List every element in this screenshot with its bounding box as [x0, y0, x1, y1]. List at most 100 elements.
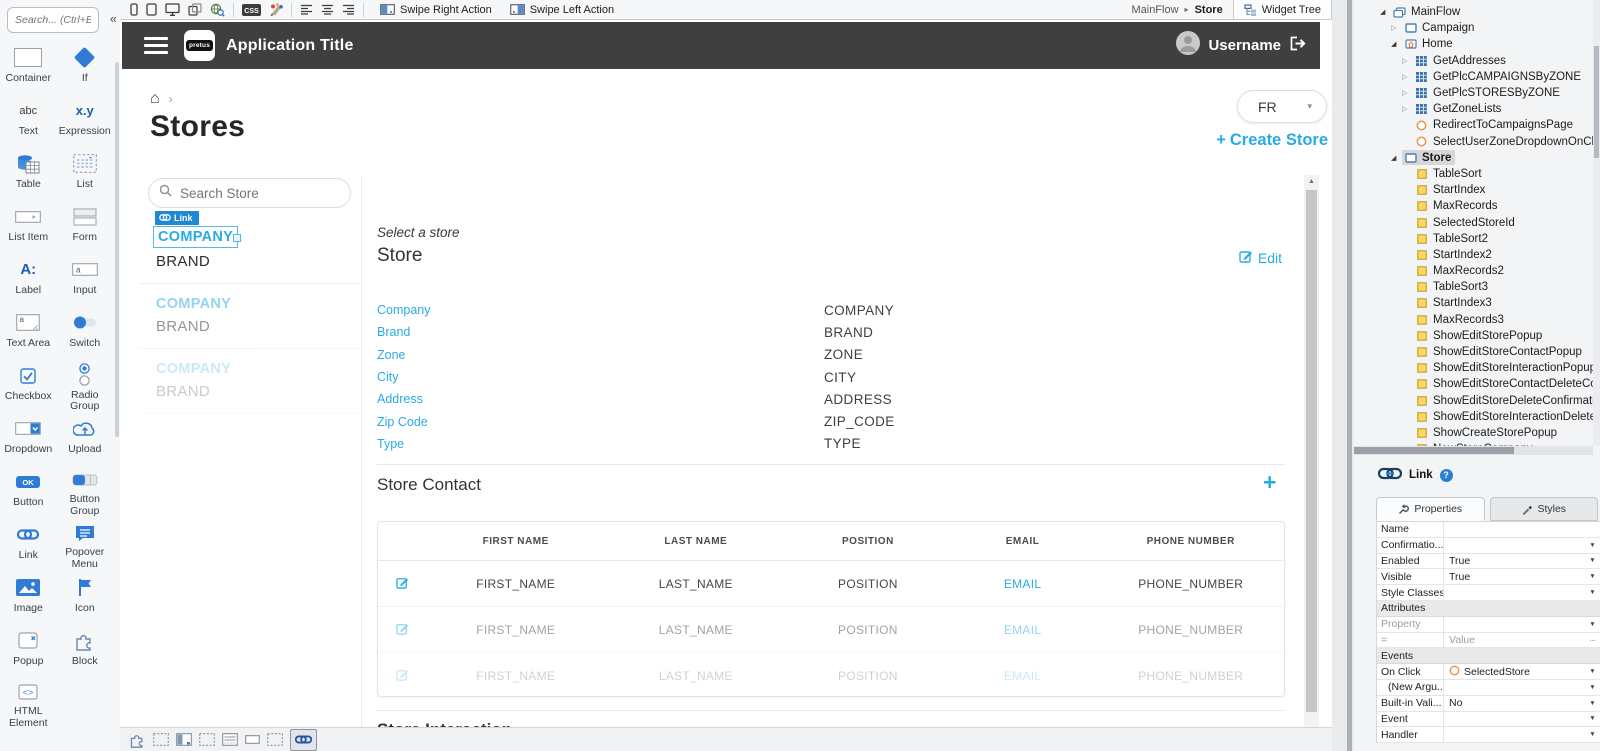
tree-hscroll-thumb[interactable] [1354, 447, 1514, 454]
scroll-up-icon[interactable]: ▲ [1304, 175, 1319, 188]
property-row-built-in-vali[interactable]: Built-in Vali... No ▼ [1377, 695, 1600, 712]
rotate-device-icon[interactable] [188, 3, 202, 16]
tree-node-store[interactable]: ◢ Store [1354, 150, 1593, 166]
tree-node-showeditstorecontactdeleteco[interactable]: ShowEditStoreContactDeleteCo [1354, 376, 1593, 392]
rect-small-icon[interactable] [245, 731, 260, 749]
canvas-scrollbar[interactable]: ▲ [1304, 175, 1319, 727]
tree-node-startindex[interactable]: StartIndex [1354, 182, 1593, 198]
widget-tree-tab[interactable]: Widget Tree [1232, 0, 1332, 19]
link-footer-icon[interactable] [290, 728, 317, 751]
property-row-[interactable]: = Value… [1377, 632, 1600, 649]
tree-node-mainflow[interactable]: ◢ MainFlow [1354, 4, 1593, 20]
expand-icon[interactable]: ▷ [1402, 89, 1413, 97]
browser-preview-icon[interactable] [210, 3, 225, 17]
tree-node-showeditstorepopup[interactable]: ShowEditStorePopup [1354, 328, 1593, 344]
tree-node-tablesort[interactable]: TableSort [1354, 166, 1593, 182]
expand-icon[interactable]: ▷ [1402, 105, 1413, 113]
tab-swipe-left-action[interactable]: Swipe Left Action [502, 0, 622, 20]
tree-node-getplcstoresbyzone[interactable]: ▷ GetPlcSTORESByZONE [1354, 85, 1593, 101]
layout-icon[interactable] [176, 731, 192, 749]
expand-icon[interactable]: ▷ [1402, 57, 1413, 65]
help-icon[interactable]: ? [1439, 468, 1453, 482]
store-field-label[interactable]: Zip Code [377, 415, 428, 429]
tree-node-showeditstorecontactpopup[interactable]: ShowEditStoreContactPopup [1354, 344, 1593, 360]
create-store-link[interactable]: + Create Store [1180, 131, 1328, 150]
property-row-property[interactable]: Property ▼ [1377, 616, 1600, 633]
tree-node-getaddresses[interactable]: ▷ GetAddresses [1354, 53, 1593, 69]
dropdown-arrow-icon[interactable]: ▼ [1585, 589, 1600, 596]
container-dashed-icon[interactable] [199, 731, 215, 749]
property-value[interactable]: No [1444, 697, 1585, 709]
toolbox-scrollbar[interactable] [115, 62, 119, 437]
toolbox-item-button[interactable]: OK Button [0, 464, 57, 517]
dropdown-arrow-icon[interactable]: ▼ [1585, 557, 1600, 564]
align-center-icon[interactable] [321, 4, 334, 15]
property-row-on-click[interactable]: On Click SelectedStore ▼ [1377, 664, 1600, 680]
container-dashed-icon[interactable] [267, 731, 283, 749]
list-small-icon[interactable] [222, 731, 238, 749]
store-field-label[interactable]: Zone [377, 348, 406, 362]
property-row-handler[interactable]: Handler ▼ [1377, 727, 1600, 744]
expand-icon[interactable]: ▷ [1402, 73, 1413, 81]
toolbox-item-text[interactable]: abc Text [0, 93, 57, 146]
store-search[interactable] [148, 178, 351, 208]
toolbox-item-form[interactable]: Form [57, 199, 114, 252]
property-row-enabled[interactable]: Enabled True ▼ [1377, 553, 1600, 570]
tree-node-maxrecords2[interactable]: MaxRecords2 [1354, 263, 1593, 279]
tree-node-getzonelists[interactable]: ▷ GetZoneLists [1354, 101, 1593, 117]
store-company-link[interactable]: COMPANY [156, 296, 231, 312]
property-row-name[interactable]: Name [1377, 522, 1600, 538]
tree-node-selectuserzonedropdownonch[interactable]: SelectUserZoneDropdownOnCh [1354, 134, 1593, 150]
collapse-icon[interactable]: ◢ [1391, 154, 1402, 162]
dropdown-arrow-icon[interactable]: ▼ [1585, 573, 1600, 580]
tree-horizontal-scrollbar[interactable] [1354, 446, 1593, 455]
store-list-item[interactable]: COMPANY BRAND [140, 349, 360, 414]
store-search-input[interactable] [178, 184, 332, 202]
toolbox-item-dropdown[interactable]: Dropdown [0, 411, 57, 464]
store-field-label[interactable]: Brand [377, 325, 410, 339]
toolbox-search-input[interactable] [7, 7, 99, 33]
property-row-visible[interactable]: Visible True ▼ [1377, 569, 1600, 586]
toolbox-item-html-element[interactable]: <> HTML Element [0, 676, 57, 729]
contact-email-link[interactable]: EMAIL [948, 577, 1098, 591]
tab-styles[interactable]: Styles [1489, 497, 1598, 521]
toolbox-item-container[interactable]: Container [0, 40, 57, 93]
collapse-sidebar-icon[interactable]: « [110, 11, 117, 26]
toolbox-item-label[interactable]: A: Label [0, 252, 57, 305]
property-row-event[interactable]: Event ▼ [1377, 711, 1600, 728]
css-icon[interactable]: CSS [242, 3, 261, 16]
edit-contact-icon[interactable] [378, 622, 428, 638]
tree-node-maxrecords3[interactable]: MaxRecords3 [1354, 312, 1593, 328]
tree-node-showeditstoreinteractionpopup[interactable]: ShowEditStoreInteractionPopup [1354, 360, 1593, 376]
user-menu[interactable]: Username [1176, 31, 1320, 60]
dropdown-arrow-icon[interactable]: ▼ [1585, 715, 1600, 722]
tree-vertical-scrollbar[interactable] [1593, 0, 1600, 446]
language-selector[interactable]: FR ▾ [1237, 90, 1327, 123]
tablet-icon[interactable] [146, 3, 157, 16]
toolbox-item-link[interactable]: Link [0, 517, 57, 570]
tree-node-showcreatestorepopup[interactable]: ShowCreateStorePopup [1354, 425, 1593, 441]
tab-properties[interactable]: Properties [1376, 497, 1485, 521]
toolbox-item-input[interactable]: a Input [57, 252, 114, 305]
tree-vscroll-thumb[interactable] [1594, 46, 1599, 158]
contact-table-row[interactable]: FIRST_NAME LAST_NAME POSITION EMAIL PHONE_NU… [378, 607, 1284, 654]
toolbox-item-image[interactable]: Image [0, 570, 57, 623]
contact-table-row[interactable]: FIRST_NAME LAST_NAME POSITION EMAIL PHONE_NU… [378, 653, 1284, 696]
dropdown-arrow-icon[interactable]: ▼ [1585, 668, 1600, 675]
tree-node-selectedstoreid[interactable]: SelectedStoreId [1354, 214, 1593, 230]
more-icon[interactable]: … [1585, 636, 1600, 643]
dropdown-arrow-icon[interactable]: ▼ [1585, 542, 1600, 549]
tree-node-campaign[interactable]: ▷ Campaign [1354, 20, 1593, 36]
contact-table-row[interactable]: FIRST_NAME LAST_NAME POSITION EMAIL PHONE_NU… [378, 561, 1284, 608]
toolbox-item-upload[interactable]: Upload [57, 411, 114, 464]
toolbox-item-popup[interactable]: Popup [0, 623, 57, 676]
store-company-link[interactable]: COMPANY [156, 361, 231, 377]
toolbox-item-list-item[interactable]: List Item [0, 199, 57, 252]
tree-node-getplccampaignsbyzone[interactable]: ▷ GetPlcCAMPAIGNSByZONE [1354, 69, 1593, 85]
edit-store-link[interactable]: Edit [1239, 249, 1282, 266]
contact-email-link[interactable]: EMAIL [948, 623, 1098, 637]
property-row-confirmatio[interactable]: Confirmatio... ▼ [1377, 537, 1600, 554]
block-small-icon[interactable] [129, 731, 146, 749]
store-company-link[interactable]: COMPANY [153, 226, 242, 248]
align-right-icon[interactable] [342, 4, 355, 15]
